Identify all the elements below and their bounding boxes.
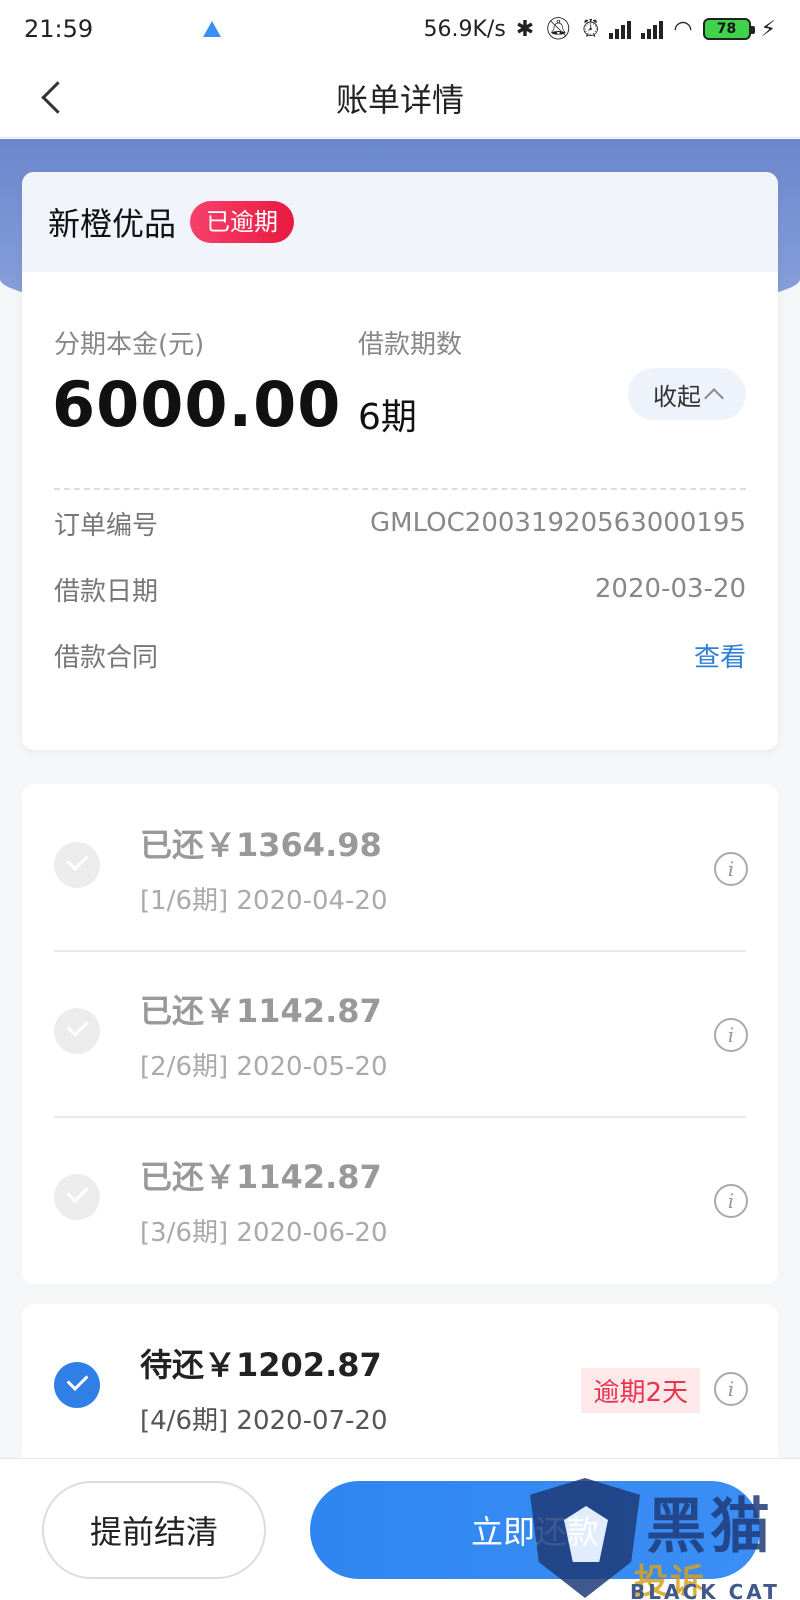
detail-row-contract: 借款合同 查看 xyxy=(22,622,778,688)
app-notification-icon xyxy=(203,21,222,37)
signal-icon xyxy=(609,19,632,39)
check-circle-icon xyxy=(54,842,100,888)
status-right: 56.9K/s ✱ 🔕︎ ⏰︎ ◠ 78 ⚡︎ xyxy=(424,17,777,42)
watermark-english-text: BLACK CAT xyxy=(630,1580,780,1600)
paid-installments-card: 已还￥1364.98 [1/6期] 2020-04-20 i 已还￥1142.8… xyxy=(22,784,778,1284)
installment-row[interactable]: 待还￥1202.87 [4/6期] 2020-07-20 逾期2天 i xyxy=(22,1304,778,1470)
detail-row-order-number: 订单编号 GMLOC20031920563000195 xyxy=(22,490,778,556)
product-name: 新橙优品 xyxy=(48,205,177,243)
status-badge: 已逾期 xyxy=(190,201,295,243)
detail-label: 借款日期 xyxy=(54,576,159,607)
signal-hd-icon xyxy=(641,19,664,39)
installment-period-date: [2/6期] 2020-05-20 xyxy=(140,1052,388,1082)
info-icon[interactable]: i xyxy=(714,1372,748,1406)
bill-summary: 分期本金(元) 6000.00 借款期数 6期 收起 xyxy=(22,272,778,490)
charging-icon: ⚡︎ xyxy=(760,16,776,42)
blackcat-watermark: 黑猫 投诉 BLACK CAT xyxy=(530,1478,800,1600)
checked-circle-icon[interactable] xyxy=(54,1362,100,1408)
installment-row[interactable]: 已还￥1142.87 [3/6期] 2020-06-20 i xyxy=(22,1116,778,1282)
detail-label: 借款合同 xyxy=(54,642,159,673)
installment-row[interactable]: 已还￥1364.98 [1/6期] 2020-04-20 i xyxy=(22,784,778,950)
info-icon[interactable]: i xyxy=(714,852,748,886)
chevron-up-icon xyxy=(704,388,724,408)
periods-value: 6期 xyxy=(358,397,417,438)
principal-value: 6000.00 xyxy=(52,368,342,441)
installment-period-date: [3/6期] 2020-06-20 xyxy=(140,1218,388,1248)
wifi-icon: ◠ xyxy=(673,16,693,42)
overdue-days-badge: 逾期2天 xyxy=(581,1368,700,1413)
order-number-value: GMLOC20031920563000195 xyxy=(370,508,746,538)
nav-bar: 账单详情 xyxy=(0,58,800,138)
installment-amount: 待还￥1202.87 xyxy=(140,1346,382,1384)
detail-row-loan-date: 借款日期 2020-03-20 xyxy=(22,556,778,622)
battery-icon: 78 xyxy=(702,18,755,40)
shield-logo-icon xyxy=(530,1478,640,1598)
check-circle-icon xyxy=(54,1008,100,1054)
periods-label: 借款期数 xyxy=(358,330,463,360)
collapse-button[interactable]: 收起 xyxy=(628,368,746,420)
back-button[interactable] xyxy=(36,80,72,116)
due-installment-card: 待还￥1202.87 [4/6期] 2020-07-20 逾期2天 i xyxy=(22,1304,778,1464)
installment-amount: 已还￥1142.87 xyxy=(140,1158,382,1196)
bluetooth-icon: ✱ xyxy=(515,16,535,42)
check-circle-icon xyxy=(54,1174,100,1220)
principal-label: 分期本金(元) xyxy=(54,330,205,360)
installment-amount: 已还￥1142.87 xyxy=(140,992,382,1030)
watermark-big-text: 黑猫 xyxy=(646,1492,774,1562)
info-icon[interactable]: i xyxy=(714,1184,748,1218)
status-time: 21:59 xyxy=(24,15,94,43)
installment-period-date: [1/6期] 2020-04-20 xyxy=(140,886,388,916)
mute-icon: 🔕︎ xyxy=(544,16,573,42)
network-speed: 56.9K/s xyxy=(423,16,506,42)
dashed-divider xyxy=(54,488,746,490)
card-header: 新橙优品 已逾期 xyxy=(22,172,778,272)
loan-date-value: 2020-03-20 xyxy=(594,574,746,604)
info-icon[interactable]: i xyxy=(714,1018,748,1052)
collapse-label: 收起 xyxy=(653,382,701,411)
alarm-icon: ⏰︎ xyxy=(582,16,600,42)
bill-summary-card: 新橙优品 已逾期 分期本金(元) 6000.00 借款期数 6期 收起 订单编号… xyxy=(22,172,778,750)
page-title: 账单详情 xyxy=(335,80,464,119)
view-contract-link[interactable]: 查看 xyxy=(694,637,746,674)
settle-early-button[interactable]: 提前结清 xyxy=(42,1481,266,1579)
installment-period-date: [4/6期] 2020-07-20 xyxy=(140,1406,388,1436)
detail-label: 订单编号 xyxy=(54,510,159,541)
installment-row[interactable]: 已还￥1142.87 [2/6期] 2020-05-20 i xyxy=(22,950,778,1116)
status-bar: 21:59 56.9K/s ✱ 🔕︎ ⏰︎ ◠ 78 ⚡︎ xyxy=(0,0,800,58)
installment-amount: 已还￥1364.98 xyxy=(140,826,382,864)
